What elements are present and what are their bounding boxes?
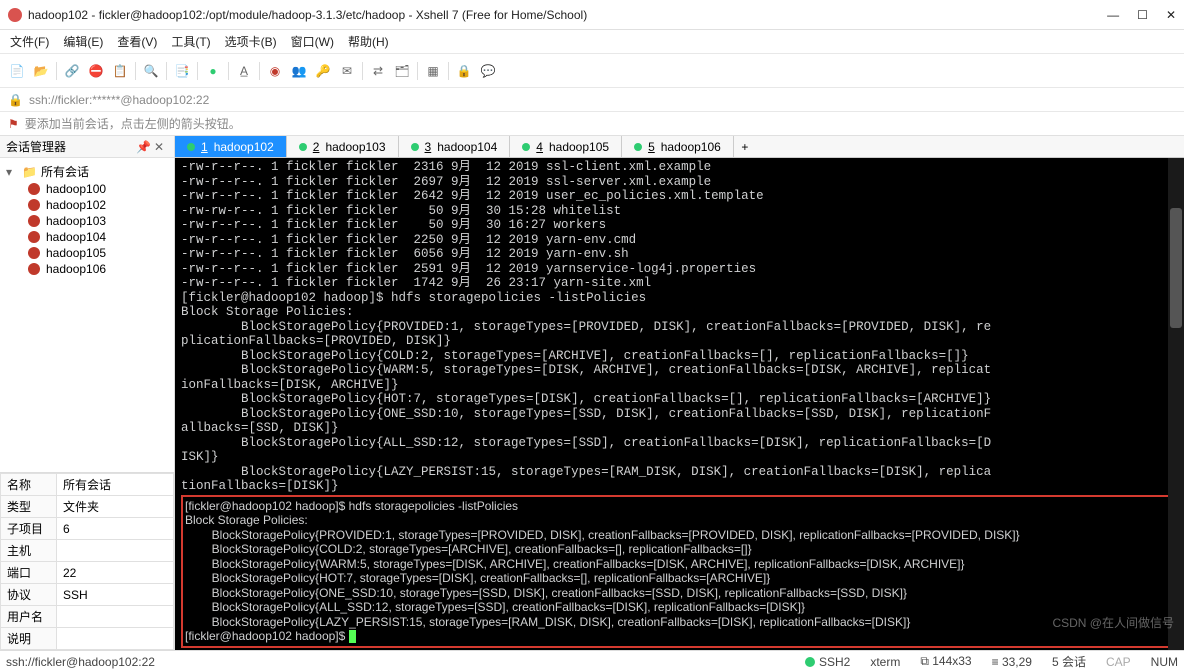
ssh-status-icon (805, 657, 815, 667)
app-icon (8, 8, 22, 22)
tab-hadoop106[interactable]: 5hadoop106 (622, 136, 734, 157)
cursor-icon (349, 630, 356, 643)
statusbar: ssh://fickler@hadoop102:22 SSH2 xterm ⧉ … (0, 650, 1184, 672)
status-dot-icon (187, 143, 195, 151)
reconnect-icon[interactable]: 🔗 (63, 62, 81, 80)
maximize-button[interactable]: ☐ (1137, 8, 1148, 22)
window-controls: — ☐ ✕ (1107, 8, 1176, 22)
status-sessions: 5 会话 (1052, 653, 1086, 670)
session-icon (28, 247, 40, 259)
status-dot-icon (634, 143, 642, 151)
menu-help[interactable]: 帮助(H) (348, 33, 389, 50)
tab-hadoop104[interactable]: 3hadoop104 (399, 136, 511, 157)
hint-text: 要添加当前会话，点击左侧的箭头按钮。 (25, 115, 241, 132)
terminal[interactable]: -rw-r--r--. 1 fickler fickler 2316 9月 12… (175, 158, 1184, 650)
help-icon[interactable]: 💬 (479, 62, 497, 80)
tab-hadoop102[interactable]: 1hadoop102 (175, 136, 287, 157)
address-text[interactable]: ssh://fickler:******@hadoop102:22 (29, 93, 209, 107)
menu-file[interactable]: 文件(F) (10, 33, 49, 50)
minimize-button[interactable]: — (1107, 8, 1119, 22)
users-icon[interactable]: 👥 (290, 62, 308, 80)
tree-item[interactable]: hadoop103 (0, 213, 174, 229)
terminal-output-highlighted: [fickler@hadoop102 hadoop]$ hdfs storage… (185, 499, 1174, 630)
scrollbar[interactable] (1168, 158, 1184, 650)
session-icon (28, 183, 40, 195)
lock-icon[interactable]: 🔒 (455, 62, 473, 80)
status-dot-icon (411, 143, 419, 151)
compose-icon[interactable]: ✉ (338, 62, 356, 80)
collapse-icon[interactable]: ▾ (6, 165, 18, 179)
tab-hadoop105[interactable]: 4hadoop105 (510, 136, 622, 157)
highlighted-output: [fickler@hadoop102 hadoop]$ hdfs storage… (181, 495, 1178, 648)
tree-item[interactable]: hadoop105 (0, 245, 174, 261)
tab-hadoop103[interactable]: 2hadoop103 (287, 136, 399, 157)
copy-icon[interactable]: 📑 (173, 62, 191, 80)
key-icon[interactable]: 🔑 (314, 62, 332, 80)
menu-window[interactable]: 窗口(W) (291, 33, 334, 50)
tree-item[interactable]: hadoop104 (0, 229, 174, 245)
tree-item[interactable]: hadoop102 (0, 197, 174, 213)
close-button[interactable]: ✕ (1166, 8, 1176, 22)
find-icon[interactable]: 🔍 (142, 62, 160, 80)
status-ssh: SSH2 (805, 655, 850, 669)
flag-icon: ⚑ (8, 117, 19, 131)
properties-icon[interactable]: 📋 (111, 62, 129, 80)
folder-label: 所有会话 (41, 163, 89, 180)
disconnect-icon[interactable]: ⛔ (87, 62, 105, 80)
menu-tools[interactable]: 工具(T) (171, 33, 210, 50)
session-icon (28, 199, 40, 211)
ssl-lock-icon: 🔒 (8, 93, 23, 107)
sidebar-title: 会话管理器 (6, 138, 132, 155)
menu-edit[interactable]: 编辑(E) (63, 33, 103, 50)
status-size: ⧉ 144x33 (920, 654, 971, 669)
window-title: hadoop102 - fickler@hadoop102:/opt/modul… (28, 8, 1107, 22)
addressbar: 🔒 ssh://fickler:******@hadoop102:22 (0, 88, 1184, 112)
tile-icon[interactable]: ▦ (424, 62, 442, 80)
menu-tab[interactable]: 选项卡(B) (225, 33, 277, 50)
terminal-output: -rw-r--r--. 1 fickler fickler 2316 9月 12… (181, 160, 1178, 494)
status-pos: ≡ 33,29 (992, 655, 1032, 669)
sidebar-close-icon[interactable]: ✕ (154, 140, 168, 154)
new-session-icon[interactable]: 📄 (8, 62, 26, 80)
main-area: 1hadoop102 2hadoop103 3hadoop104 4hadoop… (175, 136, 1184, 650)
tab-add-button[interactable]: + (734, 136, 756, 157)
session-tabs: 1hadoop102 2hadoop103 3hadoop104 4hadoop… (175, 136, 1184, 158)
folder-icon[interactable]: 🗂 (393, 62, 411, 80)
session-icon (28, 231, 40, 243)
titlebar: hadoop102 - fickler@hadoop102:/opt/modul… (0, 0, 1184, 30)
tree-item[interactable]: hadoop106 (0, 261, 174, 277)
session-icon (28, 215, 40, 227)
status-cap: CAP (1106, 655, 1131, 669)
status-termtype: xterm (870, 655, 900, 669)
menu-view[interactable]: 查看(V) (117, 33, 157, 50)
sidebar-header: 会话管理器 📌 ✕ (0, 136, 174, 158)
session-icon (28, 263, 40, 275)
tree-item[interactable]: hadoop100 (0, 181, 174, 197)
open-icon[interactable]: 📂 (32, 62, 50, 80)
sidebar: 会话管理器 📌 ✕ ▾ 📁 所有会话 hadoop100 hadoop102 h… (0, 136, 175, 650)
scrollbar-thumb[interactable] (1170, 208, 1182, 328)
color-icon[interactable]: ● (204, 62, 222, 80)
folder-icon: 📁 (22, 165, 37, 179)
properties-panel: 名称所有会话 类型文件夹 子项目6 主机 端口22 协议SSH 用户名 说明 (0, 472, 174, 650)
menubar: 文件(F) 编辑(E) 查看(V) 工具(T) 选项卡(B) 窗口(W) 帮助(… (0, 30, 1184, 54)
terminal-prompt: [fickler@hadoop102 hadoop]$ (185, 629, 1174, 644)
hintbar: ⚑ 要添加当前会话，点击左侧的箭头按钮。 (0, 112, 1184, 136)
toolbar: 📄 📂 🔗 ⛔ 📋 🔍 📑 ● A̲ ◉ 👥 🔑 ✉ ⇄ 🗂 ▦ 🔒 💬 (0, 54, 1184, 88)
session-tree[interactable]: ▾ 📁 所有会话 hadoop100 hadoop102 hadoop103 h… (0, 158, 174, 472)
font-icon[interactable]: A̲ (235, 62, 253, 80)
status-num: NUM (1151, 655, 1178, 669)
sidebar-pin-icon[interactable]: 📌 (136, 140, 150, 154)
tree-folder-all[interactable]: ▾ 📁 所有会话 (0, 162, 174, 181)
transfer-icon[interactable]: ⇄ (369, 62, 387, 80)
status-dot-icon (522, 143, 530, 151)
status-address: ssh://fickler@hadoop102:22 (6, 655, 155, 669)
status-dot-icon (299, 143, 307, 151)
xshell-icon[interactable]: ◉ (266, 62, 284, 80)
